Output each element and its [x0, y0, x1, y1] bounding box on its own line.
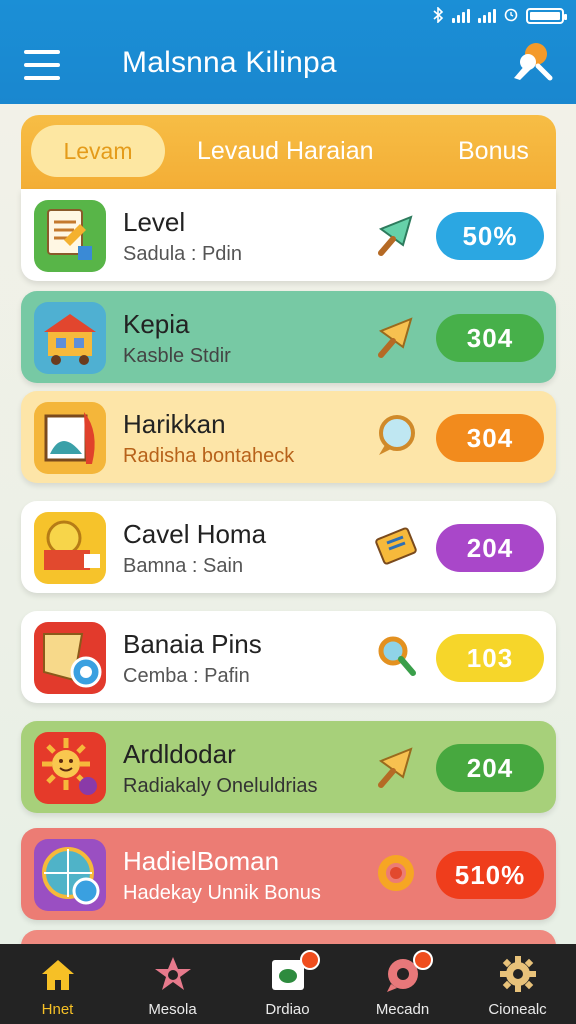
item-subtitle: Hadekay Unnik Bonus — [123, 882, 321, 904]
arrow-icon — [373, 211, 419, 257]
list-item[interactable]: Banaia Pins Cemba : Pafin 103 — [21, 611, 556, 703]
nav-label: Cionealc — [488, 1001, 547, 1018]
globe-icon — [34, 839, 106, 911]
star-icon — [155, 957, 191, 990]
list-item[interactable]: Kepia Kasble Stdir 304 — [21, 291, 556, 383]
status-badge: 304 — [436, 414, 544, 462]
bluetooth-icon — [432, 5, 444, 26]
nav-label: Hnet — [41, 1001, 74, 1018]
home-icon — [42, 960, 74, 990]
item-subtitle: Kasble Stdir — [123, 345, 231, 367]
item-subtitle: Radiakaly Oneluldrias — [123, 775, 318, 797]
list-item[interactable]: Cavel Homa Bamna : Sain 204 — [21, 501, 556, 593]
status-bar — [432, 5, 567, 26]
item-subtitle: Cemba : Pafin — [123, 665, 250, 687]
list-item[interactable]: Level Sadula : Pdin 50% — [21, 189, 556, 281]
app-title: Malsnna Kilinpa — [122, 46, 337, 79]
status-badge: 304 — [436, 314, 544, 362]
nav-drdiao[interactable]: Drdiao — [230, 944, 345, 1024]
menu-button[interactable] — [24, 50, 60, 80]
app-bar: Malsnna Kilinpa — [0, 0, 576, 104]
profile-icon — [514, 43, 553, 81]
sun-icon — [34, 732, 106, 804]
nav-label: Mecadn — [375, 1001, 430, 1018]
list-item[interactable]: HadielBoman Hadekay Unnik Bonus 510% — [21, 828, 556, 920]
item-subtitle: Sadula : Pdin — [123, 243, 242, 265]
notification-badge — [413, 950, 433, 970]
ticket-icon — [373, 523, 419, 569]
item-title: Level — [123, 207, 186, 237]
level-panel: Levam Levaud Haraian Bonus Level Sadula … — [21, 115, 556, 970]
nav-label: Drdiao — [265, 1001, 310, 1018]
nav-mesola[interactable]: Mesola — [115, 944, 230, 1024]
nav-label: Mesola — [148, 1001, 197, 1018]
list-item[interactable]: Ardldodar Radiakaly Oneluldrias 204 — [21, 721, 556, 813]
house-cart-icon — [34, 302, 106, 374]
key-icon — [373, 633, 419, 679]
item-title: Banaia Pins — [123, 629, 262, 659]
status-badge: 204 — [436, 744, 544, 792]
tab-bonus[interactable]: Bonus — [458, 125, 529, 177]
item-title: Kepia — [123, 309, 190, 339]
item-title: Cavel Homa — [123, 519, 267, 549]
arrow-icon — [373, 743, 419, 789]
nav-mecadn[interactable]: Mecadn — [345, 944, 460, 1024]
bubble-icon — [373, 413, 419, 459]
tab-levam[interactable]: Levam — [31, 125, 165, 177]
ring-icon — [373, 850, 419, 896]
notification-badge — [300, 950, 320, 970]
status-badge: 50% — [436, 212, 544, 260]
window-icon — [34, 402, 106, 474]
signal-icon — [478, 9, 496, 23]
battery-icon — [526, 8, 567, 24]
item-title: Harikkan — [123, 409, 226, 439]
arrow-icon — [373, 313, 419, 359]
nav-home[interactable]: Hnet — [0, 944, 115, 1024]
status-badge: 204 — [436, 524, 544, 572]
item-subtitle: Radisha bontaheck — [123, 445, 295, 467]
item-title: HadielBoman — [123, 846, 280, 876]
status-badge: 510% — [436, 851, 544, 899]
tab-levaud-haraian[interactable]: Levaud Haraian — [197, 125, 374, 177]
item-subtitle: Bamna : Sain — [123, 555, 244, 577]
tab-bar: Levam Levaud Haraian Bonus — [21, 115, 556, 189]
item-title: Ardldodar — [123, 739, 236, 769]
signal-icon — [452, 9, 470, 23]
nav-settings[interactable]: Cionealc — [460, 944, 575, 1024]
medal-icon — [34, 622, 106, 694]
alarm-icon — [504, 8, 518, 25]
document-icon — [34, 200, 106, 272]
profile-button[interactable] — [510, 38, 554, 82]
gear-icon — [500, 956, 536, 992]
bottom-nav: Hnet Mesola Drdiao Mecadn Cionealc — [0, 944, 576, 1024]
list-item[interactable]: Harikkan Radisha bontaheck 304 — [21, 391, 556, 483]
coin-box-icon — [34, 512, 106, 584]
status-badge: 103 — [436, 634, 544, 682]
